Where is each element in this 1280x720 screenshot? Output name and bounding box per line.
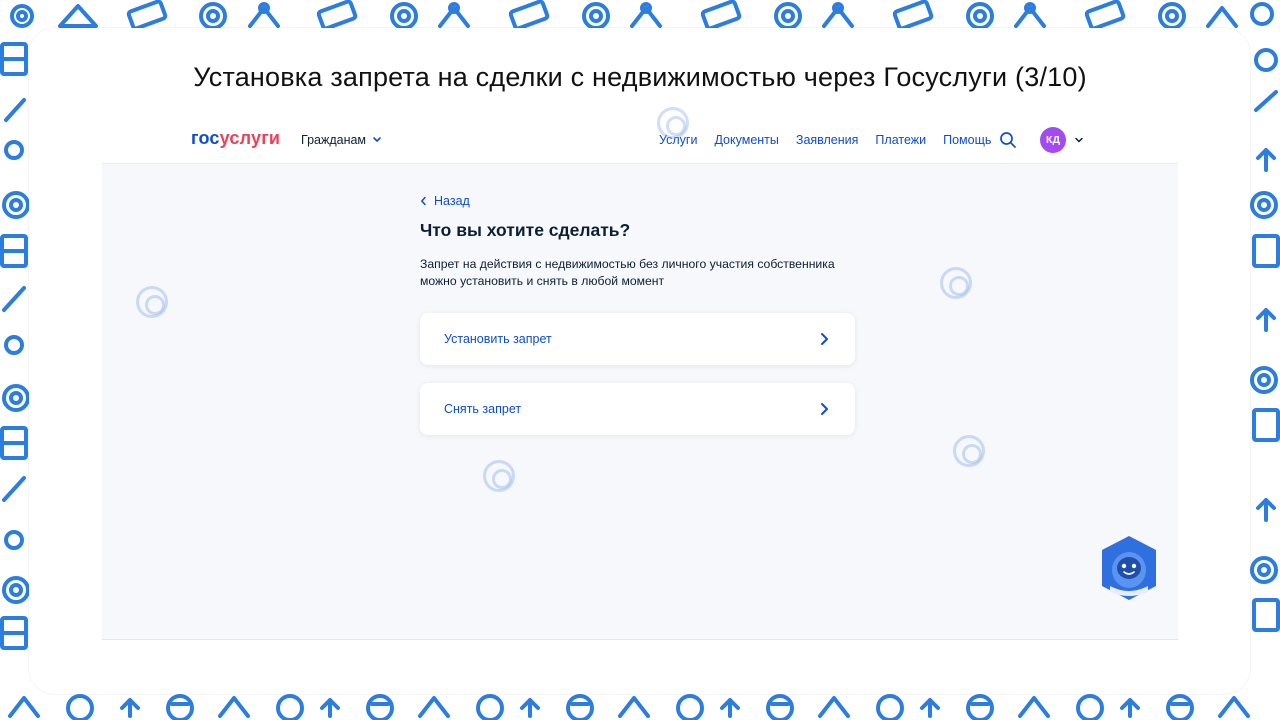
robot-assistant-icon[interactable] [1098,534,1160,602]
gosuslugi-screen: госуслуги Гражданам Услуги Документы Зая… [102,116,1178,640]
back-link[interactable]: Назад [420,194,470,208]
back-label: Назад [434,194,470,208]
chevron-down-icon [373,137,381,142]
chevron-right-icon [821,403,828,415]
user-avatar[interactable]: КД [1040,127,1066,153]
nav-item-help[interactable]: Помощь [943,133,991,147]
click-ring-decoration [136,286,168,318]
audience-label: Гражданам [301,133,367,147]
top-navigation-bar: госуслуги Гражданам Услуги Документы Зая… [102,116,1178,164]
chevron-left-icon [421,196,426,206]
page-title: Что вы хотите сделать? [420,220,631,240]
nav-item-applications[interactable]: Заявления [796,133,859,147]
option-remove-ban[interactable]: Снять запрет [420,383,855,435]
click-ring-decoration [657,107,689,139]
logo-part-uslugi: услуги [219,128,281,148]
slide-title: Установка запрета на сделки с недвижимос… [193,62,1087,92]
main-nav: Услуги Документы Заявления Платежи Помощ… [659,133,991,147]
option-set-ban[interactable]: Установить запрет [420,313,855,365]
gosuslugi-logo[interactable]: госуслуги [191,128,280,149]
click-ring-decoration [940,267,972,299]
search-icon[interactable] [999,131,1017,149]
nav-item-payments[interactable]: Платежи [875,133,926,147]
page-description: Запрет на действия с недвижимостью без л… [420,257,835,288]
click-ring-decoration [483,460,515,492]
chevron-right-icon [821,333,828,345]
option-remove-ban-label: Снять запрет [444,402,522,416]
nav-item-documents[interactable]: Документы [714,133,778,147]
click-ring-decoration [953,435,985,467]
option-set-ban-label: Установить запрет [444,332,552,346]
audience-dropdown[interactable]: Гражданам [301,133,382,147]
chevron-down-icon[interactable] [1074,135,1084,145]
logo-part-gos: гос [191,128,220,148]
